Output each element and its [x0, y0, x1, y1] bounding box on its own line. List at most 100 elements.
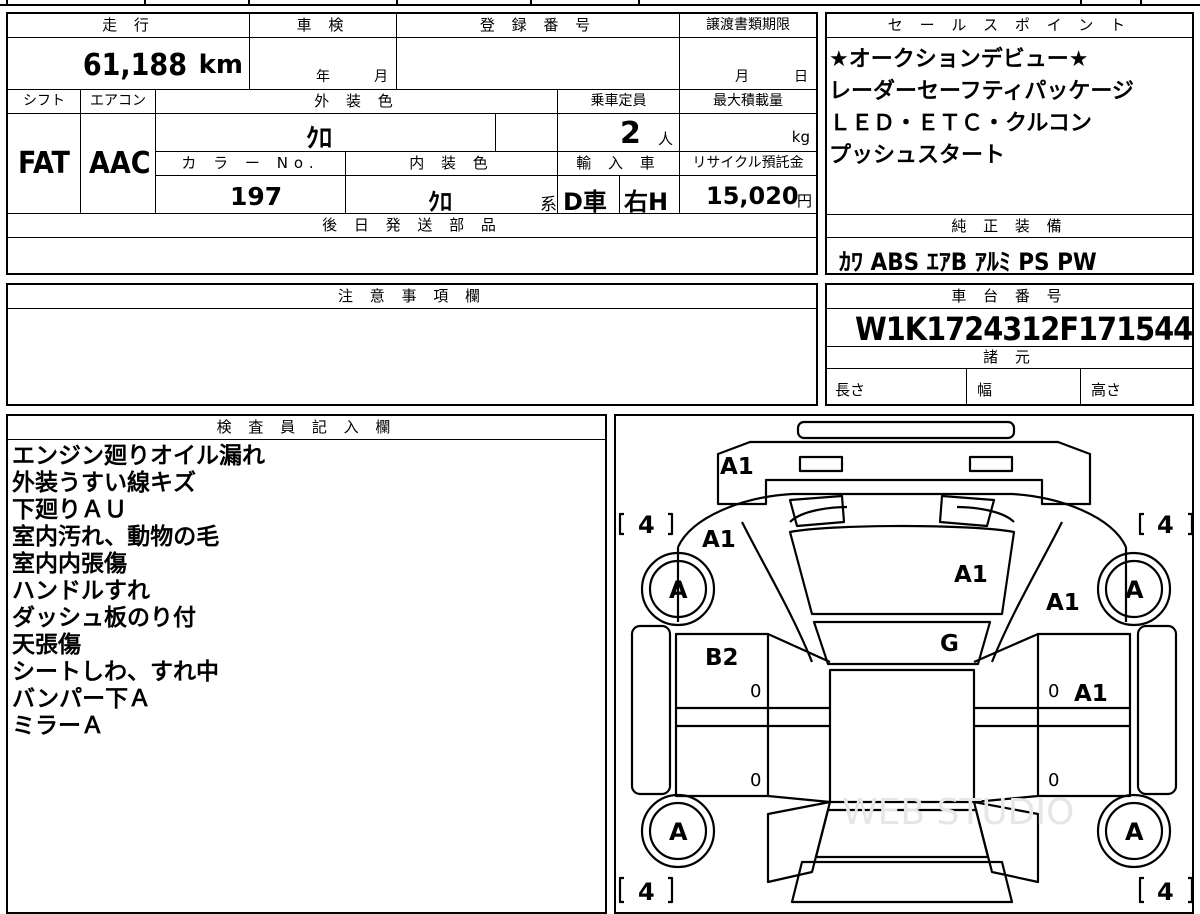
color-no-header: カ ラ ー No.: [156, 152, 346, 176]
recycle-value: 15,020: [706, 182, 799, 210]
car-diagram: WEB STUDIO 4 4 4 4 A A A A A1 A1 A1 A1 G…: [618, 420, 1192, 906]
chassis-number: W1K1724312F171544: [855, 310, 1193, 348]
color-no-value: 197: [230, 182, 283, 211]
interior-color-suffix: 系: [540, 195, 557, 215]
max-load-header: 最大積載量: [680, 90, 816, 114]
import-steering-cell: 右H: [620, 176, 680, 216]
interior-color-header: 内 装 色: [346, 152, 558, 176]
mark-right-front-door: A1: [1074, 681, 1108, 707]
mark-front-right: A1: [1046, 590, 1080, 616]
sales-points-header: セ ー ル ス ポ イ ン ト: [827, 14, 1192, 38]
capacity-unit: 人: [658, 130, 674, 148]
wheel-grade-rear-right: A: [1125, 818, 1144, 846]
spec-width-cell: 幅: [967, 369, 1081, 404]
notes-body: [12, 313, 812, 401]
inspector-note: 室内汚れ、動物の毛: [12, 524, 220, 550]
sales-point-line: プッシュスタート: [829, 143, 1006, 168]
door-zero-lr: 0: [750, 770, 761, 791]
transfer-deadline-header: 譲渡書類期限: [680, 14, 816, 38]
aircon-value: AAC: [89, 146, 151, 181]
registration-cell: [397, 38, 680, 90]
spec-height-cell: 高さ: [1081, 369, 1192, 404]
interior-color-value: ｸﾛ: [428, 188, 452, 216]
inspector-note: シートしわ、すれ中: [12, 659, 219, 685]
transfer-month-label: 月: [735, 69, 749, 85]
genuine-equipment-value: ｶﾜ ABS ｴｱB ｱﾙﾐ PS PW: [839, 248, 1097, 276]
transfer-day-label: 日: [794, 69, 808, 85]
mark-hood: A1: [954, 562, 988, 588]
chassis-header: 車 台 番 号: [827, 285, 1192, 309]
capacity-value: 2: [620, 116, 641, 151]
spec-length-cell: 長さ: [827, 369, 967, 404]
genuine-equipment-header: 純 正 装 備: [827, 214, 1192, 238]
capacity-header: 乗車定員: [558, 90, 680, 114]
inspection-header: 車 検: [250, 14, 397, 38]
spec-width-label: 幅: [977, 381, 993, 399]
mark-left-front-door: B2: [705, 645, 739, 671]
later-parts-cell: [8, 238, 816, 273]
mark-front-bumper: A1: [720, 454, 754, 480]
inspector-panel: 検 査 員 記 入 欄 エンジン廻りオイル漏れ 外装うすい線キズ 下廻りＡＵ 室…: [6, 414, 607, 914]
genuine-equipment-cell: ｶﾜ ABS ｴｱB ｱﾙﾐ PS PW: [827, 238, 1192, 276]
capacity-cell: 2 人: [558, 114, 680, 152]
chassis-cell: W1K1724312F171544: [827, 309, 1193, 348]
tire-depth-front-left: 4: [638, 511, 655, 539]
registration-header: 登 録 番 号: [397, 14, 680, 38]
mileage-header: 走 行: [8, 14, 250, 38]
inspector-note: 室内内張傷: [12, 551, 127, 577]
inspector-note: ダッシュ板のり付: [12, 605, 196, 631]
aircon-cell: AAC: [81, 114, 156, 214]
wheel-grade-front-right: A: [1125, 576, 1144, 604]
notes-header: 注 意 事 項 欄: [8, 285, 816, 309]
transfer-deadline-cell: 月 日: [680, 38, 816, 90]
inspection-month-label: 月: [374, 69, 388, 85]
inspector-note: エンジン廻りオイル漏れ: [12, 443, 265, 469]
tire-depth-front-right: 4: [1157, 511, 1174, 539]
door-zero-rr: 0: [1048, 770, 1059, 791]
wheel-grade-front-left: A: [669, 576, 688, 604]
import-steering-value: 右H: [624, 188, 669, 216]
exterior-color-cell: ｸﾛ: [156, 114, 496, 154]
interior-color-cell: ｸﾛ 系: [346, 176, 558, 216]
door-zero-lf: 0: [750, 681, 761, 702]
import-dealer-value: D車: [563, 188, 607, 216]
inspector-note: ハンドルすれ: [12, 578, 150, 604]
max-load-cell: kg: [680, 114, 816, 152]
sales-point-line: レーダーセーフティパッケージ: [829, 79, 1134, 104]
inspector-header: 検 査 員 記 入 欄: [8, 416, 605, 440]
diagram-watermark: WEB STUDIO: [842, 792, 1074, 833]
mileage-value: 61,188: [82, 48, 187, 83]
tire-depth-rear-right: 4: [1157, 878, 1174, 906]
exterior-color-header: 外 装 色: [156, 90, 558, 114]
recycle-cell: 15,020 円: [680, 176, 816, 214]
recycle-header: リサイクル預託金: [680, 152, 816, 176]
top-strip: [0, 0, 1200, 6]
shift-value: FAT: [18, 146, 70, 181]
tire-depth-rear-left: 4: [638, 878, 655, 906]
later-parts-header: 後 日 発 送 部 品: [8, 214, 816, 238]
mark-front-left: A1: [702, 527, 736, 553]
import-header: 輸 入 車: [558, 152, 680, 176]
mileage-cell: 61,188 km: [8, 38, 250, 90]
inspection-year-label: 年: [316, 69, 330, 85]
exterior-color-value: ｸﾛ: [306, 124, 333, 154]
sales-point-line: ＬＥＤ・ＥＴＣ・クルコン: [829, 111, 1092, 136]
specs-header: 諸 元: [827, 347, 1192, 369]
spec-length-label: 長さ: [835, 381, 866, 399]
shift-cell: FAT: [8, 114, 81, 214]
inspection-cell: 年 月: [250, 38, 397, 90]
import-dealer-cell: D車: [558, 176, 620, 216]
notes-panel: 注 意 事 項 欄: [6, 283, 818, 406]
sales-point-line: ★オークションデビュー★: [829, 47, 1089, 72]
inspector-notes-list: エンジン廻りオイル漏れ 外装うすい線キズ 下廻りＡＵ 室内汚れ、動物の毛 室内内…: [12, 443, 602, 740]
sales-points-list: ★オークションデビュー★ レーダーセーフティパッケージ ＬＥＤ・ＥＴＣ・クルコン…: [829, 44, 1189, 214]
max-load-unit: kg: [791, 128, 810, 146]
mileage-unit: km: [198, 50, 243, 80]
shift-header: シフト: [8, 90, 81, 114]
sales-points-panel: セ ー ル ス ポ イ ン ト ★オークションデビュー★ レーダーセーフティパッ…: [825, 12, 1194, 276]
wheel-grade-rear-left: A: [669, 818, 688, 846]
vehicle-info-table: 走 行 車 検 登 録 番 号 譲渡書類期限 61,188 km 年 月 月 日…: [6, 12, 818, 275]
aircon-header: エアコン: [81, 90, 156, 114]
inspector-note: 天張傷: [12, 632, 81, 658]
chassis-panel: 車 台 番 号 W1K1724312F171544 諸 元 長さ 幅 高さ: [825, 283, 1194, 406]
